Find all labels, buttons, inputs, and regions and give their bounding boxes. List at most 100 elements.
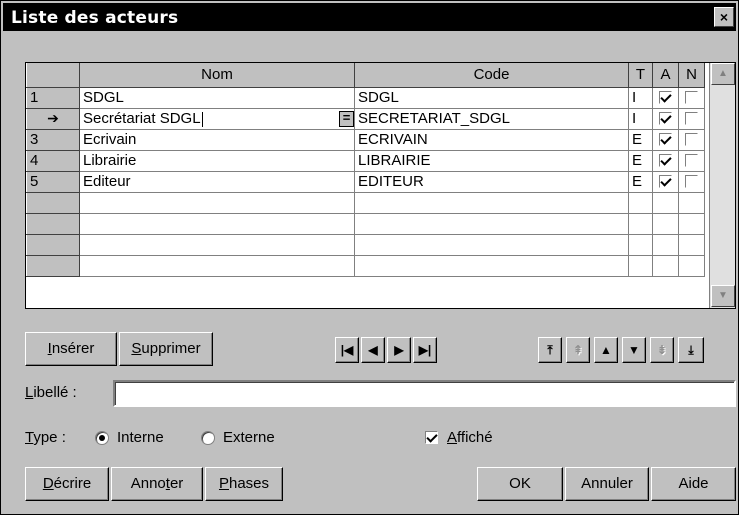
empty-cell[interactable] <box>354 212 629 235</box>
cell-nom-editing[interactable]: Secrétariat SDGL = <box>79 107 355 130</box>
column-header-code[interactable]: Code <box>354 63 629 88</box>
checkbox-a[interactable] <box>659 90 672 104</box>
first-record-icon[interactable]: |◀ <box>335 337 359 363</box>
radio-externe[interactable] <box>201 431 215 445</box>
row-marker[interactable]: 1 <box>26 86 80 109</box>
checkbox-n[interactable] <box>685 111 698 125</box>
cell-a[interactable] <box>652 149 679 172</box>
empty-cell[interactable] <box>628 191 653 214</box>
cell-type[interactable]: E <box>628 149 653 172</box>
phases-button[interactable]: Phases <box>205 467 283 501</box>
empty-cell[interactable] <box>354 233 629 256</box>
checkbox-n[interactable] <box>685 132 698 146</box>
row-marker[interactable] <box>26 254 80 277</box>
empty-cell[interactable] <box>79 254 355 277</box>
empty-cell[interactable] <box>652 191 679 214</box>
affiche-label[interactable]: Affiché <box>447 429 493 446</box>
empty-cell[interactable] <box>652 233 679 256</box>
cell-n[interactable] <box>678 107 705 130</box>
help-button[interactable]: Aide <box>651 467 736 501</box>
empty-row[interactable] <box>26 212 705 235</box>
affiche-checkbox[interactable] <box>425 431 438 444</box>
scroll-up-icon[interactable]: ▲ <box>711 63 735 85</box>
checkbox-n[interactable] <box>685 174 698 188</box>
empty-cell[interactable] <box>628 233 653 256</box>
row-marker[interactable]: 4 <box>26 149 80 172</box>
empty-cell[interactable] <box>678 191 705 214</box>
empty-cell[interactable] <box>79 212 355 235</box>
cell-a[interactable] <box>652 107 679 130</box>
cell-code[interactable]: SDGL <box>354 86 629 109</box>
cell-nom[interactable]: Ecrivain <box>79 128 355 151</box>
cell-type[interactable]: E <box>628 170 653 193</box>
empty-cell[interactable] <box>628 254 653 277</box>
vertical-scrollbar[interactable]: ▲ ▼ <box>709 63 735 308</box>
actors-grid[interactable]: Nom Code T A N 1 SDGL SDGL I ➔ Secrétari… <box>25 62 736 309</box>
column-header-t[interactable]: T <box>628 63 653 88</box>
cell-code[interactable]: ECRIVAIN <box>354 128 629 151</box>
checkbox-a[interactable] <box>659 174 672 188</box>
cell-a[interactable] <box>652 170 679 193</box>
checkbox-a[interactable] <box>659 111 672 125</box>
empty-cell[interactable] <box>79 233 355 256</box>
table-row-current[interactable]: ➔ Secrétariat SDGL = SECRETARIAT_SDGL I <box>26 107 705 130</box>
row-marker[interactable]: 5 <box>26 170 80 193</box>
cell-a[interactable] <box>652 128 679 151</box>
cell-nom-text[interactable]: Secrétariat SDGL <box>83 110 201 127</box>
cell-a[interactable] <box>652 86 679 109</box>
checkbox-a[interactable] <box>659 132 672 146</box>
empty-row[interactable] <box>26 233 705 256</box>
cell-code[interactable]: EDITEUR <box>354 170 629 193</box>
scroll-down-icon[interactable]: ▼ <box>711 285 735 307</box>
empty-cell[interactable] <box>678 233 705 256</box>
empty-cell[interactable] <box>652 254 679 277</box>
annoter-button[interactable]: Annoter <box>111 467 203 501</box>
checkbox-n[interactable] <box>685 90 698 104</box>
cell-code[interactable]: LIBRAIRIE <box>354 149 629 172</box>
next-record-icon[interactable]: ▶ <box>387 337 411 363</box>
column-header-nom[interactable]: Nom <box>79 63 355 88</box>
insert-button[interactable]: Insérer <box>25 332 117 366</box>
cell-n[interactable] <box>678 86 705 109</box>
table-row[interactable]: 3 Ecrivain ECRIVAIN E <box>26 128 705 151</box>
cell-type[interactable]: E <box>628 128 653 151</box>
cell-type[interactable]: I <box>628 107 653 130</box>
cell-type[interactable]: I <box>628 86 653 109</box>
empty-cell[interactable] <box>652 212 679 235</box>
move-up-icon[interactable]: ▲ <box>594 337 618 363</box>
radio-interne[interactable] <box>95 431 109 445</box>
empty-cell[interactable] <box>354 254 629 277</box>
row-marker[interactable] <box>26 212 80 235</box>
empty-row[interactable] <box>26 191 705 214</box>
cancel-button[interactable]: Annuler <box>565 467 649 501</box>
column-header-n[interactable]: N <box>678 63 705 88</box>
move-bottom-icon[interactable]: ⤓ <box>678 337 704 363</box>
row-marker[interactable] <box>26 233 80 256</box>
ok-button[interactable]: OK <box>477 467 563 501</box>
cell-n[interactable] <box>678 170 705 193</box>
current-row-arrow-icon[interactable]: ➔ <box>26 107 80 130</box>
cell-nom[interactable]: Librairie <box>79 149 355 172</box>
table-row[interactable]: 5 Editeur EDITEUR E <box>26 170 705 193</box>
radio-externe-label[interactable]: Externe <box>223 429 275 446</box>
cell-nom[interactable]: Editeur <box>79 170 355 193</box>
empty-row[interactable] <box>26 254 705 277</box>
cell-n[interactable] <box>678 128 705 151</box>
delete-button[interactable]: Supprimer <box>119 332 213 366</box>
radio-interne-label[interactable]: Interne <box>117 429 164 446</box>
previous-record-icon[interactable]: ◀ <box>361 337 385 363</box>
column-header-a[interactable]: A <box>652 63 679 88</box>
empty-cell[interactable] <box>678 254 705 277</box>
cell-code[interactable]: SECRETARIAT_SDGL <box>354 107 629 130</box>
row-marker[interactable]: 3 <box>26 128 80 151</box>
close-button[interactable]: × <box>714 7 734 27</box>
move-top-icon[interactable]: ⤒ <box>538 337 562 363</box>
table-row[interactable]: 4 Librairie LIBRAIRIE E <box>26 149 705 172</box>
empty-cell[interactable] <box>678 212 705 235</box>
empty-cell[interactable] <box>354 191 629 214</box>
row-marker[interactable] <box>26 191 80 214</box>
move-down-icon[interactable]: ▼ <box>622 337 646 363</box>
cell-nom[interactable]: SDGL <box>79 86 355 109</box>
checkbox-n[interactable] <box>685 153 698 167</box>
table-row[interactable]: 1 SDGL SDGL I <box>26 86 705 109</box>
